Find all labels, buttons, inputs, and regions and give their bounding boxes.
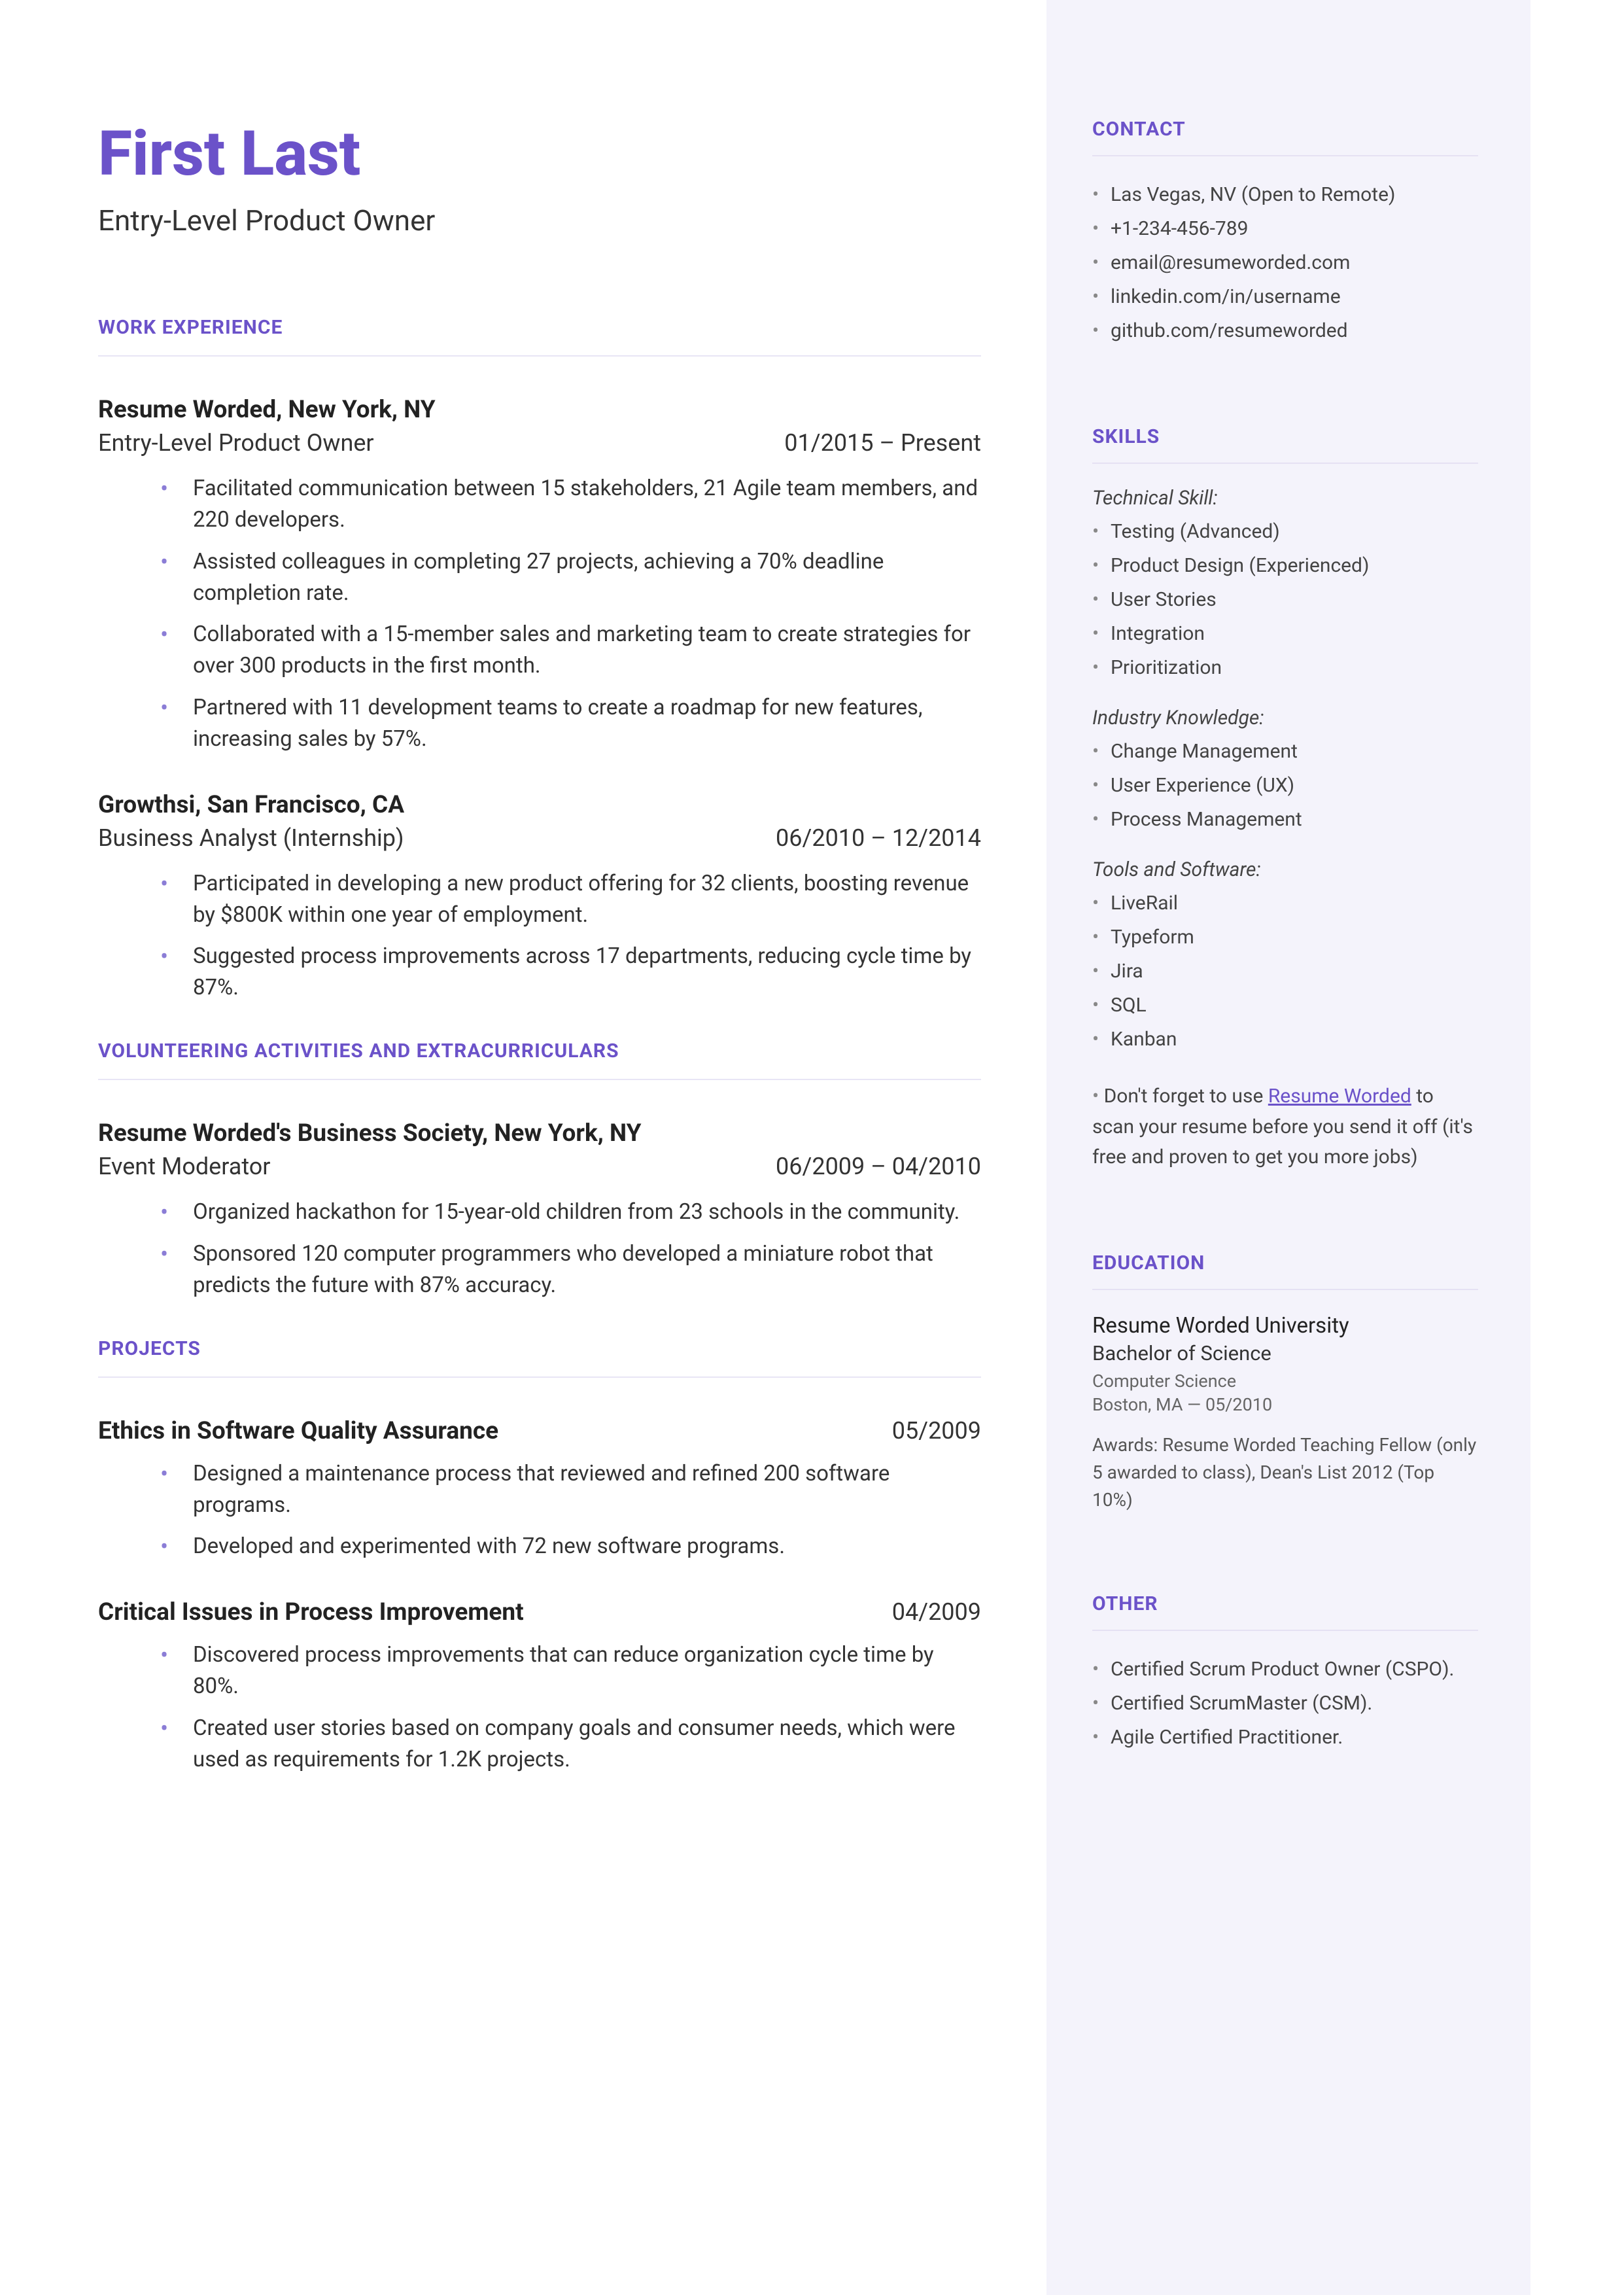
bullet-item: Participated in developing a new product… <box>160 868 981 931</box>
job-company: Growthsi, San Francisco, CA <box>98 791 981 819</box>
bullet-item: Created user stories based on company go… <box>160 1713 981 1776</box>
divider <box>98 1079 981 1080</box>
skill-item: Kanban <box>1092 1024 1478 1055</box>
project: Ethics in Software Quality Assurance 05/2… <box>98 1417 981 1563</box>
bullet-item: Facilitated communication between 15 sta… <box>160 473 981 536</box>
other-item: Certified ScrumMaster (CSM). <box>1092 1688 1478 1719</box>
other-item: Certified Scrum Product Owner (CSPO). <box>1092 1654 1478 1685</box>
bullet-item: Suggested process improvements across 17… <box>160 941 981 1004</box>
skill-item: Process Management <box>1092 804 1478 835</box>
main-column: First Last Entry-Level Product Owner WOR… <box>0 0 1046 2295</box>
job: Resume Worded, New York, NY Entry-Level … <box>98 396 981 755</box>
skills-header: SKILLS <box>1092 425 1478 448</box>
skill-item: Testing (Advanced) <box>1092 516 1478 548</box>
bullet-item: Developed and experimented with 72 new s… <box>160 1531 981 1562</box>
project-dates: 04/2009 <box>892 1598 981 1626</box>
projects-header: PROJECTS <box>98 1337 981 1360</box>
bullet-item: Assisted colleagues in completing 27 pro… <box>160 546 981 609</box>
skill-item: Typeform <box>1092 922 1478 953</box>
other-item: Agile Certified Practitioner. <box>1092 1722 1478 1753</box>
project-title: Critical Issues in Process Improvement <box>98 1598 524 1626</box>
bullet-item: Partnered with 11 development teams to c… <box>160 692 981 755</box>
job-dates: 06/2010 – 12/2014 <box>776 824 981 852</box>
divider <box>98 1376 981 1378</box>
skill-item: Change Management <box>1092 736 1478 767</box>
job-role: Entry-Level Product Owner <box>98 429 374 457</box>
technical-skill-label: Technical Skill: <box>1092 487 1478 510</box>
education-header: EDUCATION <box>1092 1252 1478 1274</box>
resume-worded-link[interactable]: Resume Worded <box>1268 1085 1411 1108</box>
applicant-name: First Last <box>98 118 981 190</box>
volunteering-item-role: Event Moderator <box>98 1153 270 1180</box>
education-location: Boston, MA — 05/2010 <box>1092 1394 1478 1415</box>
project-title: Ethics in Software Quality Assurance <box>98 1417 498 1445</box>
skill-item: Jira <box>1092 956 1478 987</box>
volunteering-header: VOLUNTEERING ACTIVITIES AND EXTRACURRICU… <box>98 1040 981 1062</box>
tip-prefix: Don't forget to use <box>1104 1085 1268 1108</box>
volunteering-item: Resume Worded's Business Society, New Yo… <box>98 1119 981 1301</box>
job-role: Business Analyst (Internship) <box>98 824 404 852</box>
skill-item: User Experience (UX) <box>1092 770 1478 801</box>
contact-item: Las Vegas, NV (Open to Remote) <box>1092 179 1478 211</box>
contact-header: CONTACT <box>1092 118 1478 141</box>
skill-item: LiveRail <box>1092 888 1478 919</box>
bullet-item: Collaborated with a 15-member sales and … <box>160 619 981 682</box>
contact-item: +1-234-456-789 <box>1092 213 1478 245</box>
tools-software-label: Tools and Software: <box>1092 858 1478 881</box>
bullet-item: Designed a maintenance process that revi… <box>160 1458 981 1521</box>
bullet-item: Organized hackathon for 15-year-old chil… <box>160 1197 981 1228</box>
divider <box>1092 1289 1478 1290</box>
bullet-item: Discovered process improvements that can… <box>160 1639 981 1702</box>
education-degree: Bachelor of Science <box>1092 1341 1478 1365</box>
contact-item: github.com/resumeworded <box>1092 315 1478 347</box>
skill-item: Integration <box>1092 618 1478 650</box>
volunteering-item-company: Resume Worded's Business Society, New Yo… <box>98 1119 981 1148</box>
contact-item: linkedin.com/in/username <box>1092 281 1478 313</box>
education-field: Computer Science <box>1092 1371 1478 1392</box>
divider <box>1092 155 1478 156</box>
bullet-item: Sponsored 120 computer programmers who d… <box>160 1238 981 1301</box>
industry-knowledge-label: Industry Knowledge: <box>1092 707 1478 729</box>
divider <box>1092 463 1478 464</box>
applicant-title: Entry-Level Product Owner <box>98 203 981 237</box>
divider <box>98 355 981 357</box>
skill-item: SQL <box>1092 990 1478 1021</box>
job: Growthsi, San Francisco, CA Business Ana… <box>98 791 981 1004</box>
sidebar: CONTACT Las Vegas, NV (Open to Remote)+1… <box>1046 0 1530 2295</box>
tip-text: • Don't forget to use Resume Worded to s… <box>1092 1081 1478 1173</box>
divider <box>1092 1630 1478 1631</box>
skill-item: User Stories <box>1092 584 1478 616</box>
job-dates: 01/2015 – Present <box>784 429 981 457</box>
other-header: OTHER <box>1092 1592 1478 1615</box>
skill-item: Product Design (Experienced) <box>1092 550 1478 582</box>
project-dates: 05/2009 <box>892 1417 981 1445</box>
education-awards: Awards: Resume Worded Teaching Fellow (o… <box>1092 1431 1478 1514</box>
project: Critical Issues in Process Improvement 04… <box>98 1598 981 1775</box>
job-company: Resume Worded, New York, NY <box>98 396 981 424</box>
volunteering-item-dates: 06/2009 – 04/2010 <box>776 1153 981 1180</box>
skill-item: Prioritization <box>1092 652 1478 684</box>
contact-item: email@resumeworded.com <box>1092 247 1478 279</box>
work-experience-header: WORK EXPERIENCE <box>98 316 981 339</box>
education-school: Resume Worded University <box>1092 1313 1478 1339</box>
